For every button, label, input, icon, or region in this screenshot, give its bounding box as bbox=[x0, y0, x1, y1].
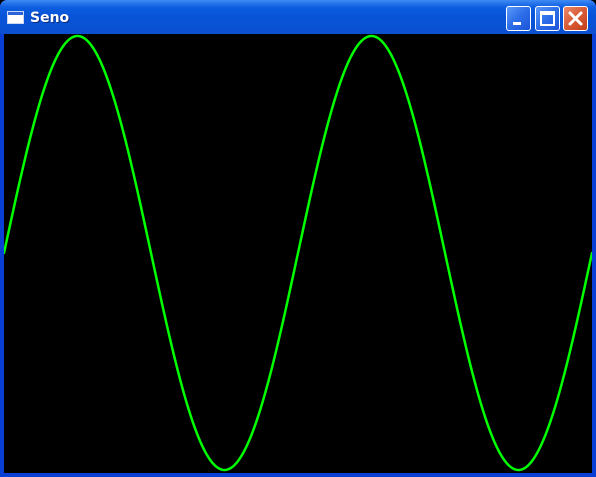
minimize-icon bbox=[513, 22, 521, 25]
maximize-icon bbox=[540, 11, 555, 26]
sine-plot bbox=[4, 34, 592, 472]
maximize-button[interactable] bbox=[535, 6, 560, 31]
minimize-button[interactable] bbox=[506, 6, 531, 31]
title-bar[interactable]: Seno bbox=[0, 0, 596, 34]
close-button[interactable] bbox=[563, 6, 588, 31]
drawing-canvas bbox=[4, 34, 592, 473]
sine-curve bbox=[4, 34, 592, 472]
app-window: Seno bbox=[0, 0, 596, 477]
close-icon bbox=[568, 11, 583, 26]
window-title: Seno bbox=[30, 10, 70, 26]
app-window-icon[interactable] bbox=[7, 11, 24, 24]
